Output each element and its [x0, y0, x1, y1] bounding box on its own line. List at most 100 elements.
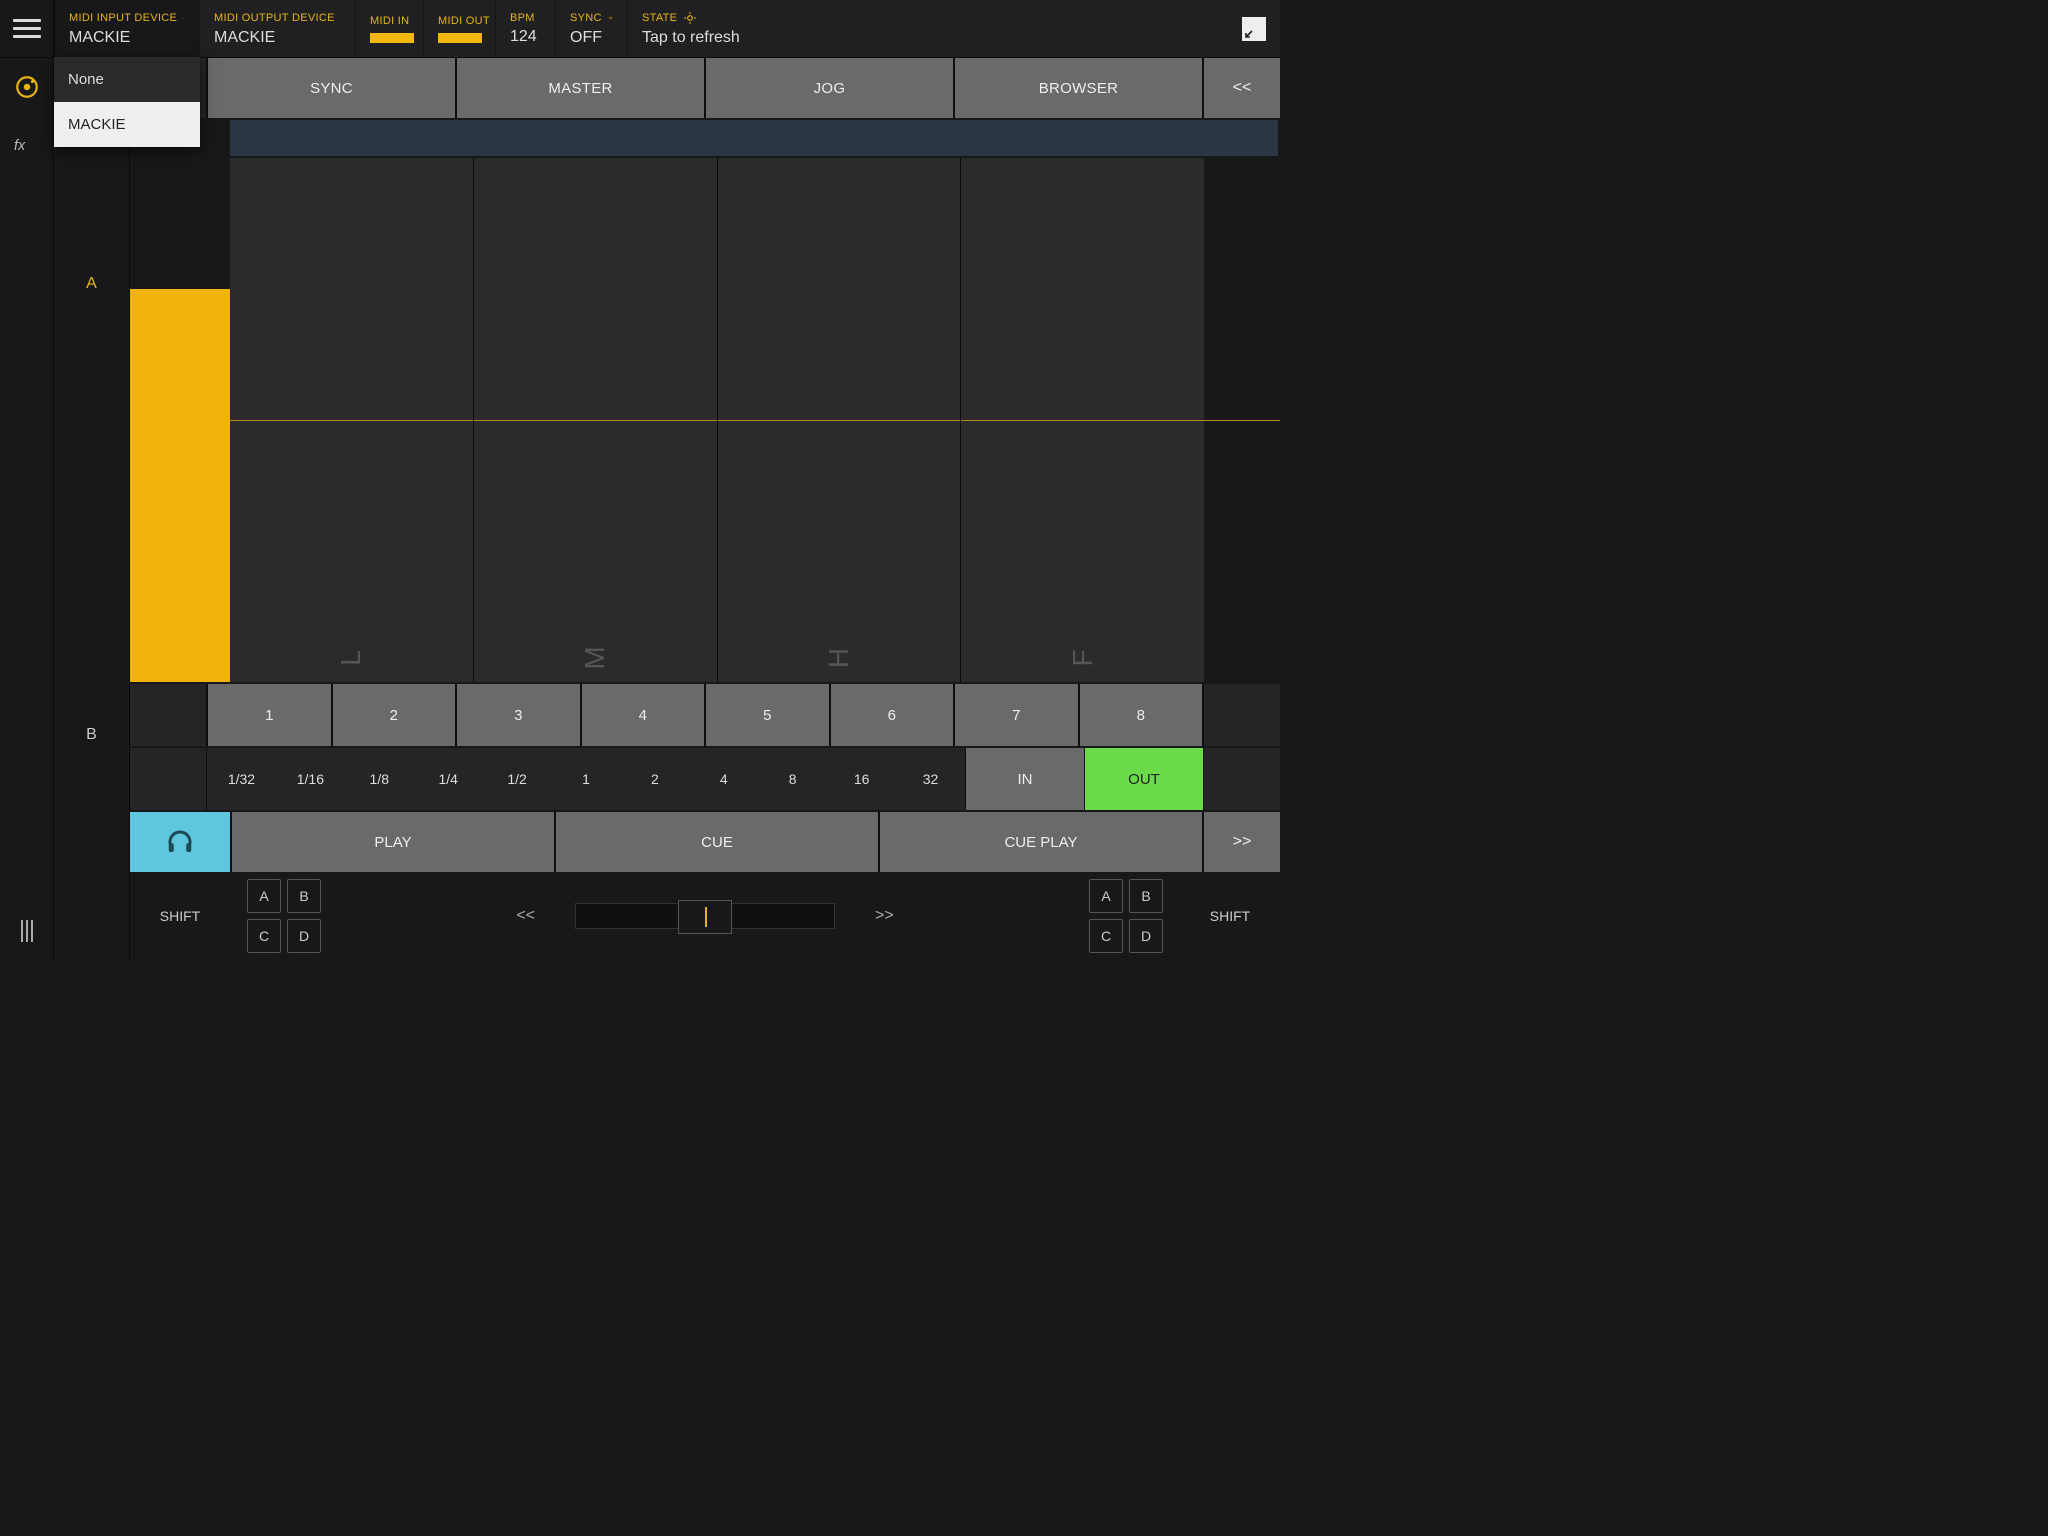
- beat-16[interactable]: 16: [827, 748, 896, 810]
- nav-forward-button[interactable]: >>: [1204, 812, 1280, 872]
- state-label: STATE: [642, 12, 677, 24]
- collapse-button[interactable]: [1242, 17, 1266, 41]
- deck-b-label[interactable]: B: [54, 509, 129, 960]
- pad-2[interactable]: [474, 158, 717, 420]
- beat-1-8[interactable]: 1/8: [345, 748, 414, 810]
- beat-division-strip: 1/32 1/16 1/8 1/4 1/2 1 2 4 8 16 32: [207, 748, 965, 810]
- layer-buttons-left: A B C D: [230, 872, 338, 960]
- hotcue-4[interactable]: 4: [582, 684, 705, 746]
- deck-view-button[interactable]: [0, 58, 54, 116]
- hotcue-8[interactable]: 8: [1080, 684, 1203, 746]
- slider-back-button[interactable]: <<: [516, 907, 535, 925]
- tab-master[interactable]: MASTER: [457, 58, 704, 118]
- midi-in-indicator: [370, 33, 414, 43]
- layer-c-right[interactable]: C: [1089, 919, 1123, 953]
- hotcue-5[interactable]: 5: [706, 684, 829, 746]
- shift-button-left[interactable]: SHIFT: [130, 872, 230, 960]
- midi-in-label: MIDI IN: [370, 15, 409, 27]
- midi-input-segment[interactable]: MIDI INPUT DEVICE MACKIE: [54, 0, 200, 57]
- disc-icon: [14, 74, 40, 100]
- slider-forward-button[interactable]: >>: [875, 907, 894, 925]
- layer-d-left[interactable]: D: [287, 919, 321, 953]
- filter-pad[interactable]: F: [961, 421, 1204, 683]
- pad-letter: M: [579, 646, 611, 669]
- midi-out-indicator: [438, 33, 482, 43]
- hotcue-7[interactable]: 7: [955, 684, 1078, 746]
- crossfader-thumb[interactable]: [678, 900, 732, 934]
- menu-button[interactable]: [0, 0, 54, 58]
- pad-letter: F: [1067, 649, 1099, 666]
- sync-segment[interactable]: SYNC OFF: [556, 0, 628, 57]
- eq-mid-pad[interactable]: M: [474, 421, 717, 683]
- dropdown-option-mackie[interactable]: MACKIE: [54, 102, 200, 147]
- pad-3[interactable]: [718, 158, 961, 420]
- fx-icon: fx: [14, 132, 40, 158]
- loop-in-button[interactable]: IN: [966, 748, 1084, 810]
- gear-icon[interactable]: [183, 11, 185, 25]
- beat-1-4[interactable]: 1/4: [414, 748, 483, 810]
- beat-4[interactable]: 4: [689, 748, 758, 810]
- headphone-cue-button[interactable]: [130, 812, 230, 872]
- volume-fill: [130, 289, 230, 682]
- beat-spacer: [130, 748, 206, 810]
- fx-view-button[interactable]: fx: [0, 116, 54, 174]
- layer-b-right[interactable]: B: [1129, 879, 1163, 913]
- midi-output-segment[interactable]: MIDI OUTPUT DEVICE MACKIE: [200, 0, 356, 57]
- midi-out-label: MIDI OUT: [438, 15, 490, 27]
- play-button[interactable]: PLAY: [232, 812, 554, 872]
- hotcue-2[interactable]: 2: [333, 684, 456, 746]
- pad-letter: L: [335, 650, 367, 666]
- cue-play-button[interactable]: CUE PLAY: [880, 812, 1202, 872]
- dropdown-option-none[interactable]: None: [54, 57, 200, 102]
- beat-1[interactable]: 1: [552, 748, 621, 810]
- pad-4[interactable]: [961, 158, 1204, 420]
- pad-letter: H: [823, 648, 855, 668]
- hotcue-1[interactable]: 1: [208, 684, 331, 746]
- tab-browser[interactable]: BROWSER: [955, 58, 1202, 118]
- midi-in-segment: MIDI IN: [356, 0, 424, 57]
- tab-jog[interactable]: JOG: [706, 58, 953, 118]
- gear-icon[interactable]: [608, 11, 613, 25]
- bpm-label: BPM: [510, 12, 535, 24]
- headphones-icon: [165, 827, 195, 857]
- midi-output-label: MIDI OUTPUT DEVICE: [214, 12, 335, 24]
- tab-sync[interactable]: SYNC: [208, 58, 455, 118]
- cue-button[interactable]: CUE: [556, 812, 878, 872]
- hotcue-end: [1204, 684, 1280, 746]
- layer-a-right[interactable]: A: [1089, 879, 1123, 913]
- crossfader[interactable]: [575, 903, 835, 929]
- beat-1-16[interactable]: 1/16: [276, 748, 345, 810]
- beat-1-2[interactable]: 1/2: [483, 748, 552, 810]
- midi-input-dropdown[interactable]: None MACKIE: [54, 57, 200, 147]
- track-display[interactable]: [230, 120, 1278, 156]
- hotcue-3[interactable]: 3: [457, 684, 580, 746]
- pad-1[interactable]: [230, 158, 473, 420]
- bpm-value: 124: [510, 28, 541, 46]
- beat-end: [1204, 748, 1280, 810]
- beat-1-32[interactable]: 1/32: [207, 748, 276, 810]
- eq-low-pad[interactable]: L: [230, 421, 473, 683]
- beat-8[interactable]: 8: [758, 748, 827, 810]
- deck-volume-bar[interactable]: [130, 158, 230, 682]
- beat-2[interactable]: 2: [620, 748, 689, 810]
- state-segment[interactable]: STATE Tap to refresh: [628, 0, 768, 57]
- layer-d-right[interactable]: D: [1129, 919, 1163, 953]
- sync-value: OFF: [570, 29, 613, 47]
- status-bar: MIDI INPUT DEVICE MACKIE MIDI OUTPUT DEV…: [54, 0, 1280, 58]
- midi-output-value: MACKIE: [214, 29, 341, 47]
- layer-c-left[interactable]: C: [247, 919, 281, 953]
- loop-out-button[interactable]: OUT: [1085, 748, 1203, 810]
- layer-b-left[interactable]: B: [287, 879, 321, 913]
- hotcue-6[interactable]: 6: [831, 684, 954, 746]
- midi-out-segment: MIDI OUT: [424, 0, 496, 57]
- side-meter: [1204, 158, 1280, 682]
- beat-32[interactable]: 32: [896, 748, 965, 810]
- gear-icon[interactable]: [683, 11, 697, 25]
- layer-a-left[interactable]: A: [247, 879, 281, 913]
- svg-text:fx: fx: [14, 138, 26, 154]
- shift-button-right[interactable]: SHIFT: [1180, 872, 1280, 960]
- nav-back-button[interactable]: <<: [1204, 58, 1280, 118]
- levels-button[interactable]: [0, 902, 54, 960]
- eq-high-pad[interactable]: H: [718, 421, 961, 683]
- bpm-segment[interactable]: BPM 124: [496, 0, 556, 57]
